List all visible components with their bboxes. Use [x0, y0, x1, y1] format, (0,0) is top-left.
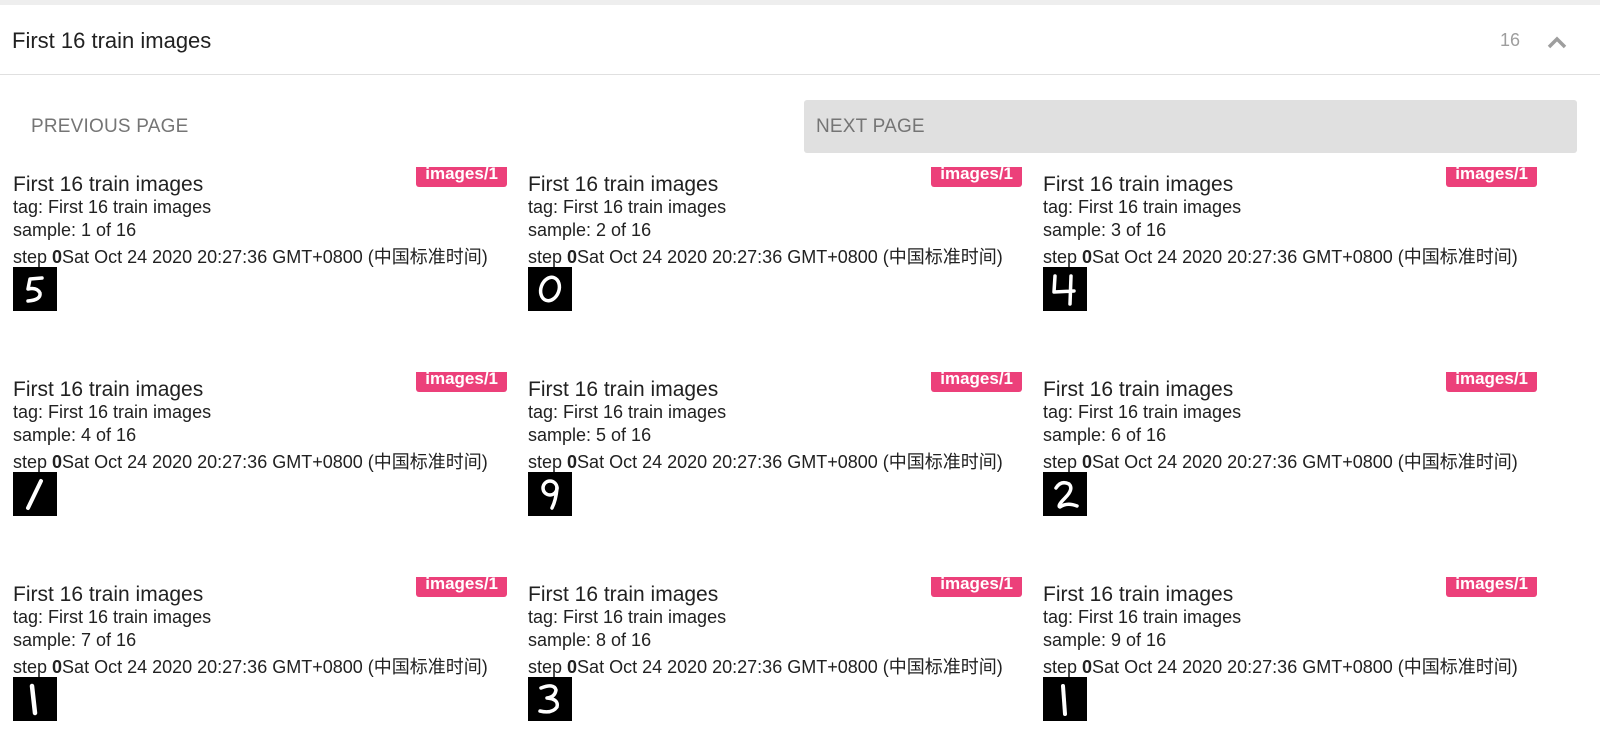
- card-sample: sample: 6 of 16: [1043, 425, 1167, 445]
- card-title: First 16 train images: [528, 583, 719, 606]
- card-tag: tag: First 16 train images: [528, 607, 727, 627]
- card-step: step 0Sat Oct 24 2020 20:27:36 GMT+0800 …: [13, 653, 488, 679]
- step-label: step: [528, 452, 568, 472]
- mnist-digit-image[interactable]: [528, 677, 572, 721]
- card-sample: sample: 5 of 16: [528, 425, 652, 445]
- image-card: First 16 train images images/1 tag: Firs…: [1043, 577, 1537, 727]
- timestamp: Sat Oct 24 2020 20:27:36 GMT+0800 (中国标准时…: [62, 657, 488, 677]
- card-tag: tag: First 16 train images: [1043, 402, 1242, 422]
- image-card: First 16 train images images/1 tag: Firs…: [528, 577, 1022, 727]
- card-title: First 16 train images: [1043, 583, 1234, 606]
- card-step: step 0Sat Oct 24 2020 20:27:36 GMT+0800 …: [1043, 448, 1518, 474]
- chevron-up-icon[interactable]: [1547, 35, 1567, 49]
- step-label: step: [528, 247, 568, 267]
- mnist-digit-image[interactable]: [1043, 677, 1087, 721]
- next-page-button[interactable]: NEXT PAGE: [804, 100, 1577, 153]
- card-sample: sample: 3 of 16: [1043, 220, 1167, 240]
- step-value: 0: [1082, 452, 1093, 472]
- timestamp: Sat Oct 24 2020 20:27:36 GMT+0800 (中国标准时…: [1092, 247, 1518, 267]
- card-tag: tag: First 16 train images: [1043, 607, 1242, 627]
- card-sample: sample: 1 of 16: [13, 220, 137, 240]
- timestamp: Sat Oct 24 2020 20:27:36 GMT+0800 (中国标准时…: [577, 657, 1003, 677]
- step-value: 0: [1082, 657, 1093, 677]
- card-tag: tag: First 16 train images: [528, 197, 727, 217]
- image-card: First 16 train images images/1 tag: Firs…: [13, 372, 507, 522]
- step-label: step: [1043, 657, 1083, 677]
- card-title: First 16 train images: [13, 378, 204, 401]
- card-sample: sample: 2 of 16: [528, 220, 652, 240]
- mnist-digit-image[interactable]: [528, 267, 572, 311]
- step-label: step: [528, 657, 568, 677]
- card-tag: tag: First 16 train images: [1043, 197, 1242, 217]
- timestamp: Sat Oct 24 2020 20:27:36 GMT+0800 (中国标准时…: [577, 247, 1003, 267]
- mnist-digit-image[interactable]: [13, 267, 57, 311]
- timestamp: Sat Oct 24 2020 20:27:36 GMT+0800 (中国标准时…: [1092, 657, 1518, 677]
- card-step: step 0Sat Oct 24 2020 20:27:36 GMT+0800 …: [528, 448, 1003, 474]
- image-count: 16: [1499, 30, 1520, 50]
- run-badge: images/1: [931, 372, 1022, 392]
- card-step: step 0Sat Oct 24 2020 20:27:36 GMT+0800 …: [13, 448, 488, 474]
- card-sample: sample: 9 of 16: [1043, 630, 1167, 650]
- step-value: 0: [567, 247, 578, 267]
- step-label: step: [13, 247, 53, 267]
- mnist-digit-image[interactable]: [1043, 472, 1087, 516]
- step-value: 0: [52, 657, 63, 677]
- run-badge: images/1: [931, 167, 1022, 187]
- run-badge: images/1: [1446, 167, 1537, 187]
- step-value: 0: [567, 657, 578, 677]
- run-badge: images/1: [1446, 577, 1537, 597]
- card-title: First 16 train images: [1043, 378, 1234, 401]
- card-step: step 0Sat Oct 24 2020 20:27:36 GMT+0800 …: [528, 243, 1003, 269]
- previous-page-button[interactable]: PREVIOUS PAGE: [0, 100, 790, 153]
- image-card: First 16 train images images/1 tag: Firs…: [1043, 372, 1537, 522]
- card-sample: sample: 4 of 16: [13, 425, 137, 445]
- card-step: step 0Sat Oct 24 2020 20:27:36 GMT+0800 …: [13, 243, 488, 269]
- step-value: 0: [1082, 247, 1093, 267]
- image-card: First 16 train images images/1 tag: Firs…: [1043, 167, 1537, 317]
- card-tag: tag: First 16 train images: [13, 197, 212, 217]
- step-label: step: [13, 452, 53, 472]
- card-tag: tag: First 16 train images: [13, 402, 212, 422]
- step-label: step: [1043, 452, 1083, 472]
- card-group-header[interactable]: First 16 train images 16: [0, 5, 1600, 75]
- card-step: step 0Sat Oct 24 2020 20:27:36 GMT+0800 …: [528, 653, 1003, 679]
- group-title: First 16 train images: [12, 28, 212, 53]
- mnist-digit-image[interactable]: [13, 677, 57, 721]
- image-card: First 16 train images images/1 tag: Firs…: [13, 577, 507, 727]
- card-tag: tag: First 16 train images: [528, 402, 727, 422]
- step-label: step: [1043, 247, 1083, 267]
- timestamp: Sat Oct 24 2020 20:27:36 GMT+0800 (中国标准时…: [62, 247, 488, 267]
- step-value: 0: [52, 247, 63, 267]
- run-badge: images/1: [931, 577, 1022, 597]
- step-value: 0: [52, 452, 63, 472]
- timestamp: Sat Oct 24 2020 20:27:36 GMT+0800 (中国标准时…: [62, 452, 488, 472]
- run-badge: images/1: [416, 372, 507, 392]
- run-badge: images/1: [1446, 372, 1537, 392]
- card-title: First 16 train images: [528, 173, 719, 196]
- image-card: First 16 train images images/1 tag: Firs…: [13, 167, 507, 317]
- card-title: First 16 train images: [528, 378, 719, 401]
- card-sample: sample: 8 of 16: [528, 630, 652, 650]
- timestamp: Sat Oct 24 2020 20:27:36 GMT+0800 (中国标准时…: [1092, 452, 1518, 472]
- run-badge: images/1: [416, 577, 507, 597]
- card-step: step 0Sat Oct 24 2020 20:27:36 GMT+0800 …: [1043, 243, 1518, 269]
- card-title: First 16 train images: [13, 583, 204, 606]
- image-card: First 16 train images images/1 tag: Firs…: [528, 167, 1022, 317]
- card-tag: tag: First 16 train images: [13, 607, 212, 627]
- image-card: First 16 train images images/1 tag: Firs…: [528, 372, 1022, 522]
- card-title: First 16 train images: [13, 173, 204, 196]
- card-step: step 0Sat Oct 24 2020 20:27:36 GMT+0800 …: [1043, 653, 1518, 679]
- mnist-digit-image[interactable]: [1043, 267, 1087, 311]
- card-sample: sample: 7 of 16: [13, 630, 137, 650]
- card-title: First 16 train images: [1043, 173, 1234, 196]
- mnist-digit-image[interactable]: [13, 472, 57, 516]
- mnist-digit-image[interactable]: [528, 472, 572, 516]
- run-badge: images/1: [416, 167, 507, 187]
- timestamp: Sat Oct 24 2020 20:27:36 GMT+0800 (中国标准时…: [577, 452, 1003, 472]
- step-value: 0: [567, 452, 578, 472]
- step-label: step: [13, 657, 53, 677]
